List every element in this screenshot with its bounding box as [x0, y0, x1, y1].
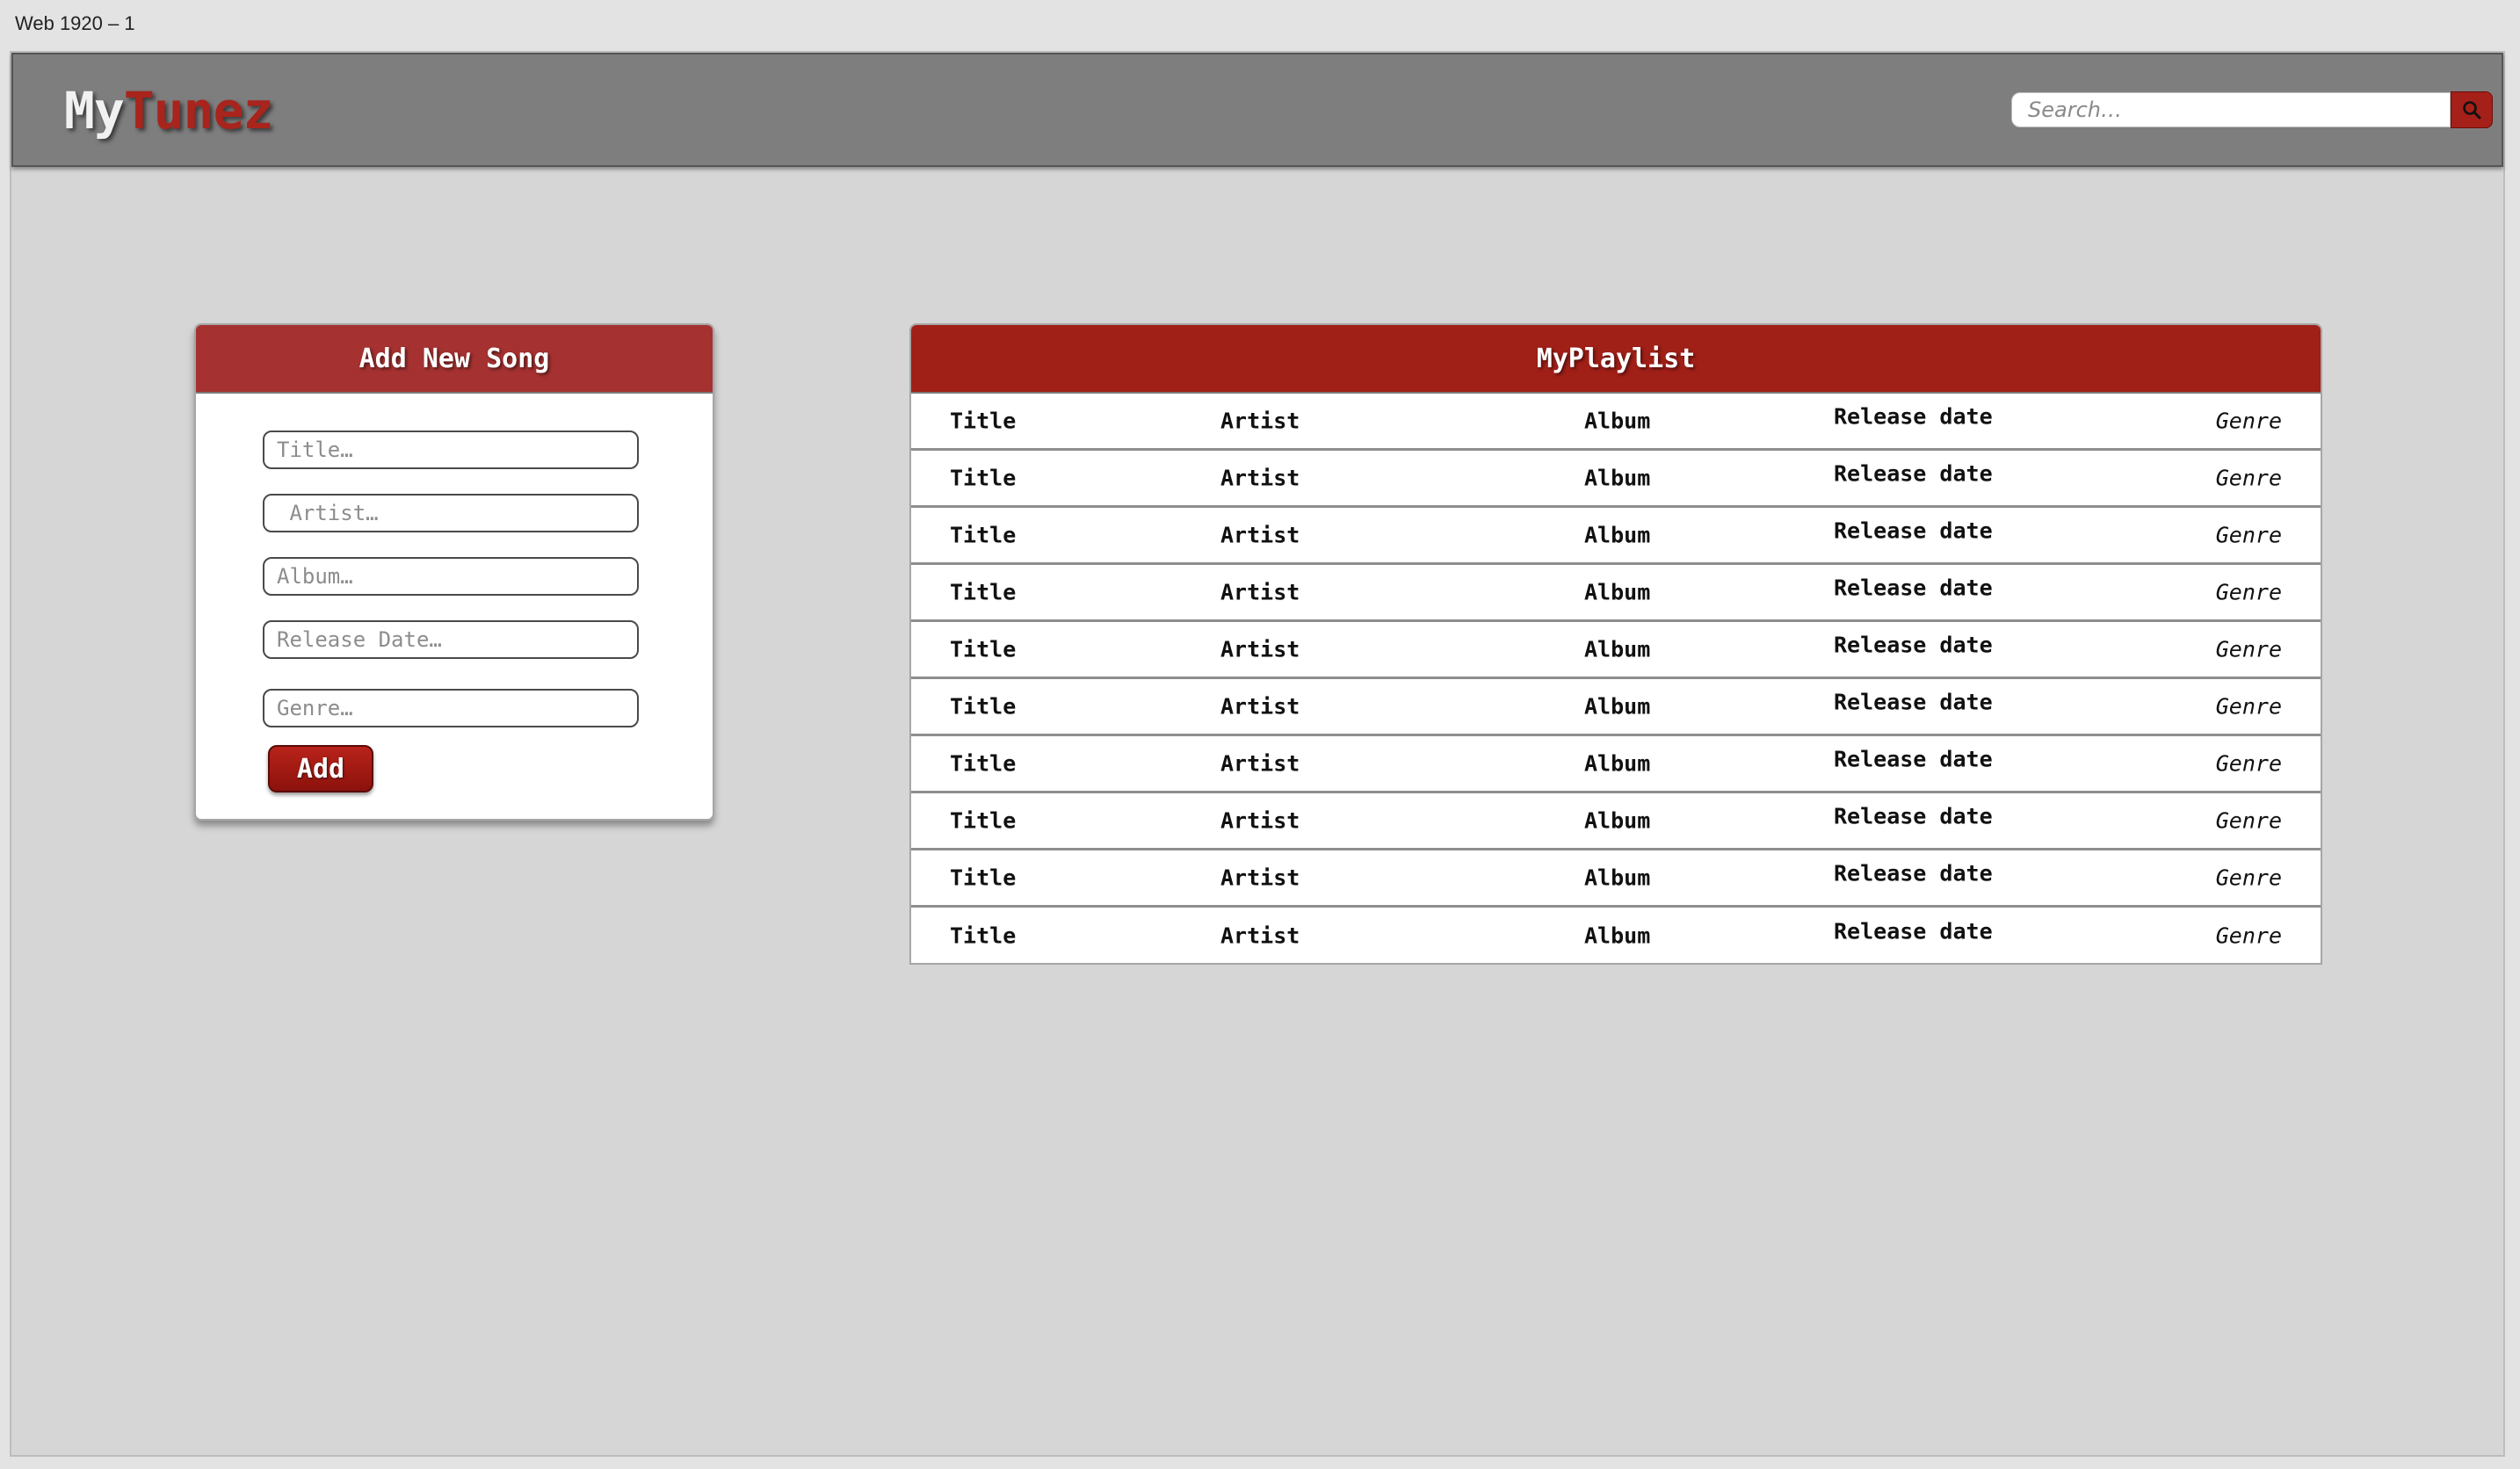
song-title: Title	[950, 693, 1017, 720]
release-date-field[interactable]	[263, 620, 639, 659]
logo-tunez: Tunez	[123, 81, 274, 141]
song-title: Title	[950, 465, 1017, 491]
frame-label: Web 1920 – 1	[15, 12, 135, 34]
song-album: Album	[1584, 693, 1651, 720]
song-artist: Artist	[1220, 636, 1300, 662]
song-album: Album	[1584, 465, 1651, 491]
song-genre: Genre	[2215, 408, 2282, 434]
playlist-row[interactable]: Title Artist Album Release date Genre	[911, 451, 2321, 508]
song-album: Album	[1584, 408, 1651, 434]
song-title: Title	[950, 923, 1017, 948]
add-song-header: Add New Song	[196, 325, 713, 394]
song-genre: Genre	[2215, 865, 2282, 891]
add-button[interactable]: Add	[268, 745, 373, 792]
artist-field[interactable]	[263, 494, 639, 532]
song-genre: Genre	[2215, 750, 2282, 777]
artboard: MyTunez Add New Song Add MyPlaylist Titl…	[10, 51, 2505, 1457]
song-release-date: Release date	[1834, 689, 1993, 715]
song-title: Title	[950, 750, 1017, 777]
song-album: Album	[1584, 636, 1651, 662]
song-album: Album	[1584, 579, 1651, 605]
playlist-rows: Title Artist Album Release date Genre Title Ar…	[911, 394, 2321, 963]
song-genre: Genre	[2215, 807, 2282, 834]
playlist-row[interactable]: Title Artist Album Release date Genre	[911, 679, 2321, 736]
top-navbar: MyTunez	[11, 53, 2503, 167]
playlist-row[interactable]: Title Artist Album Release date Genre	[911, 736, 2321, 793]
song-artist: Artist	[1220, 807, 1300, 834]
playlist-header: MyPlaylist	[911, 325, 2321, 394]
playlist-row[interactable]: Title Artist Album Release date Genre	[911, 793, 2321, 850]
song-release-date: Release date	[1834, 575, 1993, 601]
song-title: Title	[950, 807, 1017, 834]
song-artist: Artist	[1220, 865, 1300, 891]
song-release-date: Release date	[1834, 918, 1993, 944]
song-release-date: Release date	[1834, 746, 1993, 772]
song-album: Album	[1584, 750, 1651, 777]
genre-field[interactable]	[263, 689, 639, 727]
app-logo[interactable]: MyTunez	[64, 81, 274, 141]
playlist-panel: MyPlaylist Title Artist Album Release date G…	[909, 323, 2322, 965]
song-artist: Artist	[1220, 750, 1300, 777]
song-genre: Genre	[2215, 579, 2282, 605]
search-input[interactable]	[2011, 92, 2451, 127]
album-field[interactable]	[263, 557, 639, 596]
song-album: Album	[1584, 923, 1651, 948]
song-artist: Artist	[1220, 579, 1300, 605]
song-title: Title	[950, 865, 1017, 891]
song-genre: Genre	[2215, 636, 2282, 662]
song-genre: Genre	[2215, 693, 2282, 720]
playlist-row[interactable]: Title Artist Album Release date Genre	[911, 565, 2321, 622]
song-release-date: Release date	[1834, 403, 1993, 430]
song-album: Album	[1584, 865, 1651, 891]
song-artist: Artist	[1220, 522, 1300, 548]
song-album: Album	[1584, 522, 1651, 548]
playlist-row[interactable]: Title Artist Album Release date Genre	[911, 622, 2321, 679]
song-release-date: Release date	[1834, 460, 1993, 487]
song-title: Title	[950, 636, 1017, 662]
song-artist: Artist	[1220, 408, 1300, 434]
song-genre: Genre	[2215, 923, 2282, 948]
song-release-date: Release date	[1834, 517, 1993, 544]
playlist-row[interactable]: Title Artist Album Release date Genre	[911, 850, 2321, 908]
search-bar	[2011, 91, 2493, 128]
playlist-row[interactable]: Title Artist Album Release date Genre	[911, 508, 2321, 565]
song-title: Title	[950, 522, 1017, 548]
song-genre: Genre	[2215, 465, 2282, 491]
title-field[interactable]	[263, 431, 639, 469]
playlist-row[interactable]: Title Artist Album Release date Genre	[911, 394, 2321, 451]
song-album: Album	[1584, 807, 1651, 834]
add-song-panel: Add New Song Add	[194, 323, 714, 821]
song-artist: Artist	[1220, 923, 1300, 948]
song-genre: Genre	[2215, 522, 2282, 548]
search-icon	[2463, 101, 2481, 119]
song-artist: Artist	[1220, 465, 1300, 491]
song-release-date: Release date	[1834, 803, 1993, 829]
song-title: Title	[950, 579, 1017, 605]
song-release-date: Release date	[1834, 860, 1993, 886]
song-release-date: Release date	[1834, 632, 1993, 658]
playlist-row[interactable]: Title Artist Album Release date Genre	[911, 908, 2321, 963]
song-artist: Artist	[1220, 693, 1300, 720]
logo-my: My	[64, 81, 125, 141]
song-title: Title	[950, 408, 1017, 434]
search-button[interactable]	[2451, 91, 2493, 128]
